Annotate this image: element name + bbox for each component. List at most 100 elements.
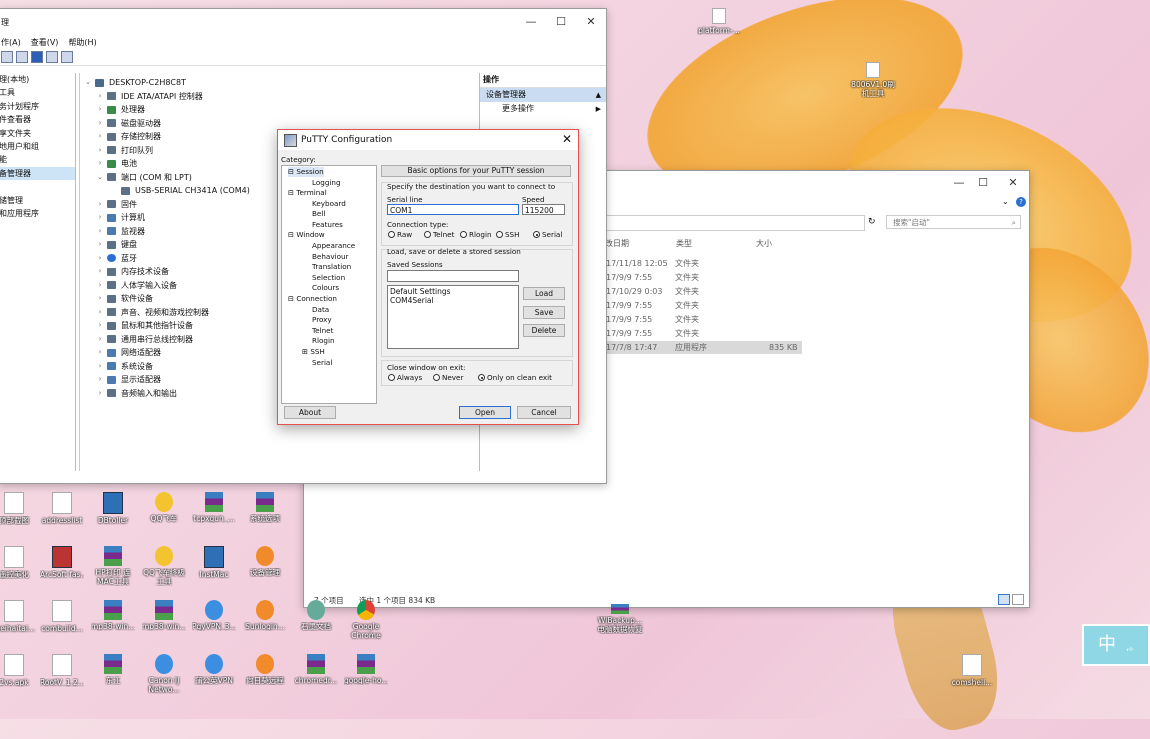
details-view-icon[interactable] <box>998 594 1010 605</box>
category-features[interactable]: Features <box>312 220 343 230</box>
device-category[interactable]: › 存储控制器 <box>96 130 161 143</box>
category-serial[interactable]: Serial <box>312 358 332 368</box>
device-category[interactable]: › 软件设备 <box>96 292 153 305</box>
chevron-right-icon[interactable]: › <box>96 238 104 251</box>
file-row[interactable]: 17/9/9 7:55 文件夹 <box>602 299 802 312</box>
file-row-selected[interactable]: 17/7/8 17:47 应用程序 835 KB <box>602 341 802 354</box>
desktop-icon[interactable]: RootV_1.2... <box>40 654 84 687</box>
desktop-icon[interactable]: WiBackup... 电脑数据恢复 <box>596 604 644 634</box>
desktop-icon[interactable]: addresslist <box>40 492 84 525</box>
category-translation[interactable]: Translation <box>312 262 351 272</box>
chevron-right-icon[interactable]: › <box>96 292 104 305</box>
radio-telnet[interactable] <box>424 231 431 238</box>
maximize-icon[interactable]: ☐ <box>554 15 568 29</box>
radio-clean-exit[interactable] <box>478 374 485 381</box>
show-hide-tree-icon[interactable] <box>1 51 13 63</box>
menu-view[interactable]: 查看(V) <box>31 37 59 48</box>
chevron-right-icon[interactable]: › <box>96 346 104 359</box>
saved-sessions-input[interactable] <box>387 270 519 282</box>
desktop-icon[interactable]: 遥控美化 <box>0 546 36 579</box>
category-logging[interactable]: Logging <box>312 178 341 188</box>
desktop-icon[interactable]: chromedr... <box>294 654 338 685</box>
radio-raw[interactable] <box>388 231 395 238</box>
chevron-down-icon[interactable]: ⌄ <box>1002 197 1009 206</box>
title-bar[interactable]: PuTTY Configuration ✕ <box>278 130 578 150</box>
device-category[interactable]: › 内存技术设备 <box>96 265 169 278</box>
device-category[interactable]: › 键盘 <box>96 238 137 251</box>
sessions-list[interactable]: Default Settings COM4Serial <box>387 285 519 349</box>
chevron-right-icon[interactable]: › <box>96 103 104 116</box>
device-category[interactable]: › 监视器 <box>96 225 145 238</box>
menu-action[interactable]: 作(A) <box>1 37 21 48</box>
console-tree-item[interactable]: 能 <box>0 153 75 166</box>
category-keyboard[interactable]: Keyboard <box>312 199 346 209</box>
actions-device-manager[interactable]: 设备管理器 ▲ <box>480 88 606 102</box>
device-category-expanded[interactable]: ⌄ 端口 (COM 和 LPT) <box>96 171 192 184</box>
desktop-icon[interactable]: Sunlogin... <box>243 600 287 631</box>
device-category[interactable]: › 鼠标和其他指针设备 <box>96 319 193 332</box>
category-behaviour[interactable]: Behaviour <box>312 252 348 262</box>
desktop-icon[interactable]: InstMac <box>192 546 236 579</box>
desktop-icon[interactable]: 东江 <box>91 654 135 685</box>
desktop-icon[interactable]: comshell... <box>950 654 994 687</box>
category-connection[interactable]: ⊟ Connection <box>288 294 337 304</box>
chevron-right-icon[interactable]: › <box>96 90 104 103</box>
desktop-icon[interactable]: 石墨文档 <box>294 600 338 631</box>
session-item[interactable]: COM4Serial <box>390 296 518 305</box>
desktop-icon[interactable]: platform-... <box>697 8 741 35</box>
file-row[interactable]: 17/9/9 7:55 文件夹 <box>602 327 802 340</box>
desktop-icon[interactable]: 系统选项 <box>243 492 287 523</box>
open-button[interactable]: Open <box>459 406 511 419</box>
speed-input[interactable]: 115200 <box>522 204 565 215</box>
desktop-icon[interactable]: google-ho... <box>344 654 388 685</box>
console-tree-item[interactable]: 储管理 <box>0 194 75 207</box>
desktop-icon[interactable]: DBtoller <box>91 492 135 525</box>
chevron-right-icon[interactable]: › <box>96 306 104 319</box>
chevron-right-icon[interactable]: › <box>96 130 104 143</box>
radio-serial[interactable] <box>533 231 540 238</box>
chevron-down-icon[interactable]: ⌄ <box>84 76 92 89</box>
desktop-icon[interactable]: QQ飞车终极工具 <box>142 546 186 586</box>
desktop-icon[interactable]: HP打印 连 MAC工具 <box>91 546 135 586</box>
actions-more[interactable]: 更多操作 ▶ <box>480 102 606 116</box>
title-bar[interactable]: 理 <box>0 9 606 35</box>
desktop-icon[interactable]: mp38-win... <box>91 600 135 631</box>
session-item[interactable]: Default Settings <box>390 287 518 296</box>
monitor-icon[interactable] <box>61 51 73 63</box>
help-icon[interactable]: ? <box>1016 197 1026 207</box>
desktop-icon[interactable]: 2vs.apk <box>0 654 36 687</box>
category-ssh[interactable]: ⊞ SSH <box>302 347 325 357</box>
desktop-icon[interactable]: tcpxgun_... <box>192 492 236 523</box>
file-row[interactable]: 17/9/9 7:55 文件夹 <box>602 271 802 284</box>
chevron-right-icon[interactable]: › <box>96 157 104 170</box>
device-item[interactable]: USB-SERIAL CH341A (COM4) <box>118 184 250 197</box>
ime-indicator[interactable]: 中,。 <box>1082 624 1150 666</box>
chevron-right-icon[interactable]: › <box>96 252 104 265</box>
console-tree-item[interactable]: 工具 <box>0 86 75 99</box>
desktop-icon[interactable]: PgyVPN_3... <box>192 600 236 631</box>
desktop-icon[interactable]: 向日葵远程 <box>243 654 287 685</box>
category-terminal[interactable]: ⊟ Terminal <box>288 188 327 198</box>
chevron-right-icon[interactable]: › <box>96 360 104 373</box>
chevron-right-icon[interactable]: › <box>96 144 104 157</box>
device-category[interactable]: › 打印队列 <box>96 144 153 157</box>
refresh-icon[interactable]: ↻ <box>868 217 876 227</box>
category-session[interactable]: ⊟ Session <box>288 167 324 177</box>
desktop-icon[interactable]: ArcSoft fas... <box>40 546 84 579</box>
device-category[interactable]: › IDE ATA/ATAPI 控制器 <box>96 90 203 103</box>
desktop-icon[interactable]: Google Chrome <box>344 600 388 640</box>
console-tree-item[interactable]: 件查看器 <box>0 113 75 126</box>
category-proxy[interactable]: Proxy <box>312 315 332 325</box>
device-category[interactable]: › 系统设备 <box>96 360 153 373</box>
desktop-icon[interactable]: 8006V1.0刷机工具 <box>848 62 898 98</box>
tiles-view-icon[interactable] <box>1012 594 1024 605</box>
save-button[interactable]: Save <box>523 306 565 319</box>
collapse-icon[interactable]: ▲ <box>596 88 601 102</box>
radio-never[interactable] <box>433 374 440 381</box>
close-icon[interactable]: ✕ <box>562 132 572 146</box>
cancel-button[interactable]: Cancel <box>517 406 571 419</box>
chevron-right-icon[interactable]: › <box>96 225 104 238</box>
radio-always[interactable] <box>388 374 395 381</box>
file-row[interactable]: 17/11/18 12:05 文件夹 <box>602 257 802 270</box>
console-tree-item[interactable]: 务计划程序 <box>0 100 75 113</box>
